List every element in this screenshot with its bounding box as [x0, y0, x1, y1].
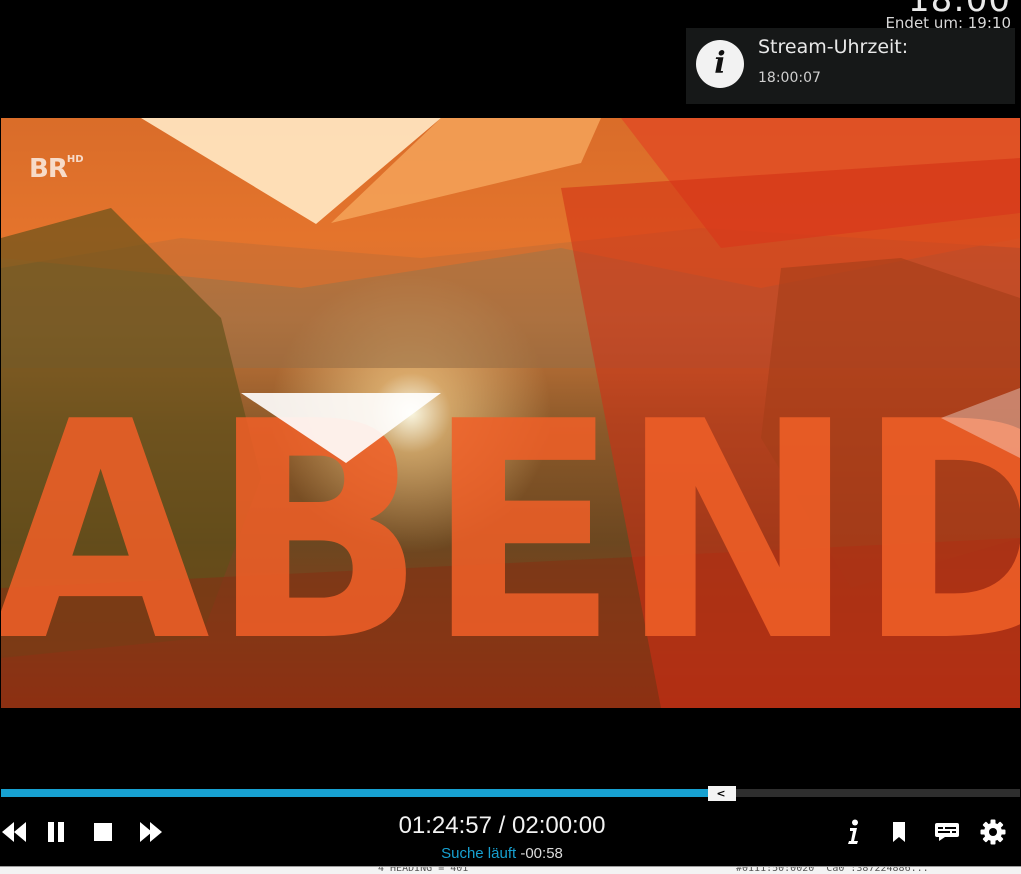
- settings-button[interactable]: [978, 817, 1008, 847]
- seek-remaining: -00:58: [520, 845, 563, 862]
- subtitles-icon: [935, 823, 959, 841]
- settings-icon: [980, 819, 1006, 845]
- subtitles-button[interactable]: [932, 817, 962, 847]
- info-icon: i: [696, 40, 744, 88]
- notification-toast: i Stream-Uhrzeit: 18:00:07: [686, 28, 1015, 104]
- bottom-strip-left-text: 4 HEADING = 401: [378, 866, 469, 874]
- seek-status-line: Suche läuft -00:58: [0, 845, 1004, 862]
- toast-title: Stream-Uhrzeit:: [758, 36, 909, 58]
- channel-logo-hd: HD: [66, 154, 84, 165]
- progress-fill: [1, 789, 723, 797]
- info-button[interactable]: [838, 817, 868, 847]
- time-total: 02:00:00: [512, 812, 606, 839]
- bookmark-button[interactable]: [884, 817, 914, 847]
- channel-logo: BRHD: [29, 154, 84, 184]
- bookmark-icon: [893, 822, 905, 842]
- title-graphic-text: ABEND: [1, 358, 1020, 707]
- time-separator: /: [491, 812, 512, 839]
- bottom-strip-right-text: #0111:50:0020 'Ca0':387224886...: [736, 866, 929, 874]
- toast-message: 18:00:07: [758, 70, 821, 86]
- video-graphics: ABEND: [1, 118, 1020, 708]
- bottom-strip: 4 HEADING = 401 #0111:50:0020 'Ca0':3872…: [0, 866, 1021, 874]
- progress-bar[interactable]: [1, 789, 1020, 797]
- video-frame: ABEND BRHD: [1, 118, 1020, 708]
- time-current: 01:24:57: [398, 812, 492, 839]
- seek-handle[interactable]: < >: [708, 786, 736, 815]
- info-icon: [848, 819, 858, 844]
- seek-status: Suche läuft: [441, 845, 517, 862]
